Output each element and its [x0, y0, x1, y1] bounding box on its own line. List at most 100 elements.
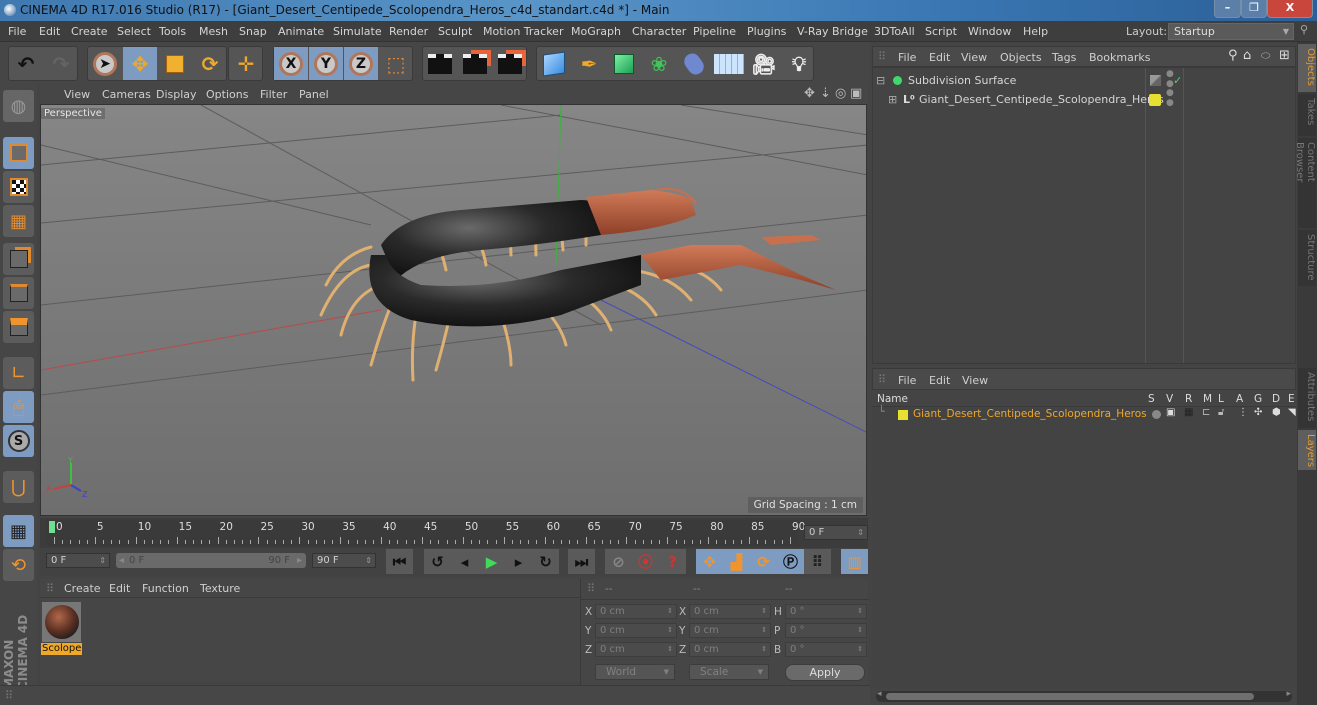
pan-view-icon[interactable]: ✥: [804, 86, 815, 101]
column-name[interactable]: Name: [877, 393, 908, 405]
tweak-mode-button[interactable]: 🖱︎: [3, 391, 34, 423]
solo-toggle-icon[interactable]: [1152, 410, 1161, 419]
planar-workplane-button[interactable]: ⟲: [3, 549, 34, 581]
points-mode-button[interactable]: [3, 243, 34, 275]
filter-icon[interactable]: ⬭: [1261, 49, 1270, 63]
undo-button[interactable]: ↶: [9, 47, 43, 80]
keyframe-selection-button[interactable]: ?: [659, 549, 686, 574]
rot-p-field[interactable]: 0 ° ⇕: [785, 623, 867, 638]
record-keys-button[interactable]: ⊘: [605, 549, 632, 574]
model-mode-button[interactable]: [3, 137, 34, 169]
cloner-button[interactable]: ❀: [642, 47, 676, 80]
camera-label[interactable]: Perspective: [41, 108, 105, 119]
column-solo[interactable]: S: [1148, 393, 1155, 405]
polygons-mode-button[interactable]: [3, 311, 34, 343]
collapse-icon[interactable]: ⊟: [876, 71, 885, 90]
key-rotation-button[interactable]: ⟳: [750, 549, 777, 574]
material-menu-function[interactable]: Function: [142, 582, 189, 595]
menu-snap[interactable]: Snap: [239, 25, 267, 38]
tab-attributes[interactable]: Attributes: [1298, 368, 1316, 428]
light-button[interactable]: 💡︎: [782, 47, 816, 80]
visibility-dots-icon[interactable]: ● ●: [1166, 88, 1174, 108]
go-to-previous-frame-button[interactable]: ◂: [451, 549, 478, 574]
live-selection-button[interactable]: ➤: [88, 47, 122, 80]
scrollbar-thumb[interactable]: [886, 693, 1254, 700]
y-axis-button[interactable]: Y: [309, 47, 343, 80]
rotate-tool-button[interactable]: ⟳: [193, 47, 227, 80]
go-to-next-frame-button[interactable]: ▸: [505, 549, 532, 574]
solo-button[interactable]: S: [3, 425, 34, 457]
camera-button[interactable]: 🎥︎: [747, 47, 781, 80]
home-icon[interactable]: ⌂: [1243, 48, 1251, 63]
axis-mode-button[interactable]: ∟: [3, 357, 34, 389]
tab-content-browser[interactable]: Content Browser: [1294, 138, 1316, 228]
key-parameter-button[interactable]: Ⓟ: [777, 549, 804, 574]
object-menu-view[interactable]: View: [961, 51, 987, 64]
snap-button[interactable]: ⋃: [3, 471, 34, 503]
deformer-toggle-icon[interactable]: ⬢: [1272, 407, 1281, 418]
pos-y-field[interactable]: 0 cm ⇕: [595, 623, 677, 638]
viewport-menu-filter[interactable]: Filter: [260, 88, 287, 101]
maximize-button[interactable]: ❐: [1241, 0, 1267, 18]
rot-h-field[interactable]: 0 ° ⇕: [785, 604, 867, 619]
texture-mode-button[interactable]: [3, 171, 34, 203]
deformer-button[interactable]: [677, 47, 711, 80]
object-row-centipede[interactable]: ⊞ L⁰ Giant_Desert_Centipede_Scolopendra_…: [873, 88, 1295, 109]
viewport-menu-options[interactable]: Options: [206, 88, 248, 101]
column-expressions[interactable]: E: [1288, 393, 1295, 405]
layer-menu-edit[interactable]: Edit: [929, 374, 950, 387]
new-window-icon[interactable]: ⊞: [1279, 48, 1290, 63]
tab-layers[interactable]: Layers: [1298, 430, 1316, 470]
object-menu-edit[interactable]: Edit: [929, 51, 950, 64]
panel-grip-icon[interactable]: ⠿: [46, 582, 54, 595]
menu-sculpt[interactable]: Sculpt: [438, 25, 472, 38]
menu-script[interactable]: Script: [925, 25, 957, 38]
material-item[interactable]: [42, 602, 81, 642]
pos-x-field[interactable]: 0 cm ⇕: [595, 604, 677, 619]
key-point-level-button[interactable]: ⠿: [804, 549, 831, 574]
menu-file[interactable]: File: [8, 25, 26, 38]
layer-color-tag[interactable]: [1149, 94, 1161, 106]
menu-tools[interactable]: Tools: [159, 25, 186, 38]
key-position-button[interactable]: ✥: [696, 549, 723, 574]
go-to-next-key-button[interactable]: ↻: [532, 549, 559, 574]
view-toggle-icon[interactable]: ▣: [1166, 407, 1175, 418]
object-row-subdivision-surface[interactable]: ⊟ Subdivision Surface ● ● ✓: [873, 69, 1295, 90]
material-menu-create[interactable]: Create: [64, 582, 101, 595]
menu-select[interactable]: Select: [117, 25, 151, 38]
frame-range-slider[interactable]: ◂ 0 F 90 F ▸: [116, 553, 306, 568]
viewport-menu-cameras[interactable]: Cameras: [102, 88, 151, 101]
zoom-view-icon[interactable]: ⇣: [820, 86, 831, 101]
tab-objects[interactable]: Objects: [1298, 44, 1316, 92]
object-menu-objects[interactable]: Objects: [1000, 51, 1042, 64]
scroll-right-icon[interactable]: ▸: [1286, 689, 1291, 699]
edges-mode-button[interactable]: [3, 277, 34, 309]
go-to-start-button[interactable]: ⏮: [386, 549, 413, 574]
frame-ruler[interactable]: 0 5 10 15 20 25 30 35 40 45 50 55 60 65 70 75 80 85 90: [46, 520, 805, 546]
start-frame-field[interactable]: 0 F ⇕: [46, 553, 110, 568]
timeline-scheme-button[interactable]: ▥: [841, 549, 868, 574]
lock-toggle-icon[interactable]: 🔓︎: [1218, 407, 1224, 418]
lock-workplane-button[interactable]: ▦: [3, 515, 34, 547]
layout-dropdown[interactable]: Startup ▼: [1168, 23, 1294, 40]
autokeying-button[interactable]: ⦿: [632, 549, 659, 574]
render-picture-viewer-button[interactable]: [458, 47, 492, 80]
column-manager[interactable]: M: [1203, 393, 1212, 405]
redo-button[interactable]: ↷: [44, 47, 78, 80]
layer-name[interactable]: Giant_Desert_Centipede_Scolopendra_Heros: [913, 408, 1147, 420]
scroll-left-icon[interactable]: ◂: [877, 689, 882, 699]
size-y-field[interactable]: 0 cm ⇕: [689, 623, 771, 638]
go-to-end-button[interactable]: ⏭: [568, 549, 595, 574]
rotate-view-icon[interactable]: ◎: [835, 86, 846, 101]
viewport-menu-panel[interactable]: Panel: [299, 88, 329, 101]
rot-b-field[interactable]: 0 ° ⇕: [785, 642, 867, 657]
maximize-view-icon[interactable]: ▣: [850, 86, 862, 101]
scale-tool-button[interactable]: [158, 47, 192, 80]
column-locked[interactable]: L: [1218, 393, 1224, 405]
menu-create[interactable]: Create: [71, 25, 108, 38]
column-animation[interactable]: A: [1236, 393, 1243, 405]
transform-mode-dropdown[interactable]: Scale ▼: [689, 664, 769, 680]
menu-animate[interactable]: Animate: [278, 25, 324, 38]
panel-grip-icon[interactable]: ⠿: [878, 50, 886, 63]
close-button[interactable]: X: [1267, 0, 1313, 18]
